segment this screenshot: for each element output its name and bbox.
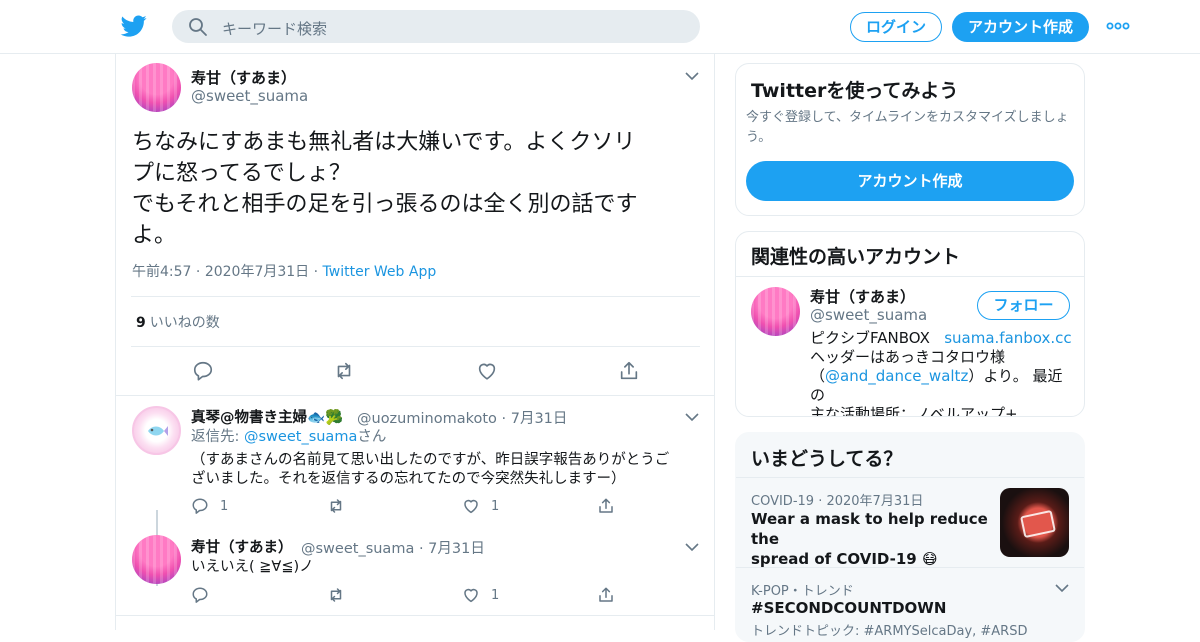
author-name[interactable]: 真琴@物書き主婦🐟🥦 xyxy=(191,406,343,427)
related-accounts-card: 関連性の高いアカウント 寿甘（すあま） @sweet_suama フォロー ピク… xyxy=(735,231,1085,417)
like-count: 9 xyxy=(136,315,146,331)
tweet-text: ちなみにすあまも無礼者は大嫌いです。よくクソリ プに怒ってるでしょ？ でもそれと… xyxy=(132,127,692,251)
like-count: 1 xyxy=(491,499,500,514)
search-placeholder[interactable]: キーワード検索 xyxy=(222,18,327,39)
reply-to-line: 返信先: @sweet_suamaさん xyxy=(191,427,386,447)
bio-line: ヘッダーはあっきコタロウ様 xyxy=(810,348,1006,366)
reply-to-prefix: 返信先: xyxy=(191,429,244,445)
tweet-time[interactable]: 午前4:57 xyxy=(132,264,191,280)
bio-text: （ xyxy=(810,367,826,385)
author-handle[interactable]: @sweet_suama xyxy=(301,541,414,557)
bio-mention-link[interactable]: @and_dance_waltz xyxy=(825,367,968,385)
share-icon[interactable] xyxy=(597,586,615,604)
avatar[interactable] xyxy=(132,63,181,112)
tweet-text-line: ちなみにすあまも無礼者は大嫌いです。よくクソリ xyxy=(132,130,636,155)
retweet-icon[interactable] xyxy=(327,586,345,604)
reply-icon[interactable] xyxy=(191,497,209,515)
divider xyxy=(131,346,700,347)
trend-title-line: Wear a mask to help reduce the xyxy=(751,510,988,548)
trend-category: COVID-19 xyxy=(751,494,815,509)
avatar[interactable] xyxy=(132,406,181,455)
tweet-source-link[interactable]: Twitter Web App xyxy=(323,264,437,280)
tweet-date[interactable]: 7月31日 xyxy=(511,411,568,427)
divider xyxy=(116,615,714,616)
bio-line: ピクシブFANBOX suama.fanbox.cc xyxy=(810,329,1076,348)
tweet-column: 寿甘（すあま） @sweet_suama ちなみにすあまも無礼者は大嫌いです。よ… xyxy=(115,54,715,630)
tweet-text-line: ざいました。それを返信するの忘れてたので今突然失礼しますー） xyxy=(191,471,626,487)
reply-to-suffix: さん xyxy=(357,429,387,445)
bio-text: ピクシブFANBOX xyxy=(810,329,930,347)
signup-button[interactable]: アカウント作成 xyxy=(746,161,1074,201)
bio-line: 主な活動場所：ノベルアップ+ xyxy=(810,405,1018,417)
bio-link[interactable]: suama.fanbox.cc xyxy=(944,329,1071,347)
like-heart-icon[interactable] xyxy=(462,497,480,515)
tweet-text: いえいえ( ≧∀≦)ノ xyxy=(191,559,314,575)
tweet-metadata: 午前4:57 · 2020年7月31日 · Twitter Web App xyxy=(132,264,437,280)
top-navigation-bar: キーワード検索 ログイン アカウント作成 xyxy=(0,0,1200,54)
author-handle-and-date: @sweet_suama · 7月31日 xyxy=(301,541,485,557)
share-icon[interactable] xyxy=(597,497,615,515)
chevron-down-icon[interactable] xyxy=(1055,583,1069,593)
divider xyxy=(116,395,714,396)
search-box[interactable]: キーワード検索 xyxy=(172,10,700,43)
like-stats[interactable]: 9 いいねの数 xyxy=(136,312,220,332)
divider xyxy=(131,296,700,297)
tweet-text-line: プに怒ってるでしょ？ xyxy=(132,161,351,186)
account-name[interactable]: 寿甘（すあま） xyxy=(810,286,915,307)
tweet-date[interactable]: 7月31日 xyxy=(428,541,485,557)
signup-card: Twitterを使ってみよう 今すぐ登録して、タイムラインをカスタマイズしましょ… xyxy=(735,63,1085,216)
like-count-label: いいねの数 xyxy=(149,315,220,331)
divider xyxy=(736,477,1084,478)
like-count: 1 xyxy=(491,588,500,603)
avatar[interactable] xyxy=(751,287,800,336)
trend-hashtag[interactable]: #SECONDCOUNTDOWN xyxy=(751,598,946,618)
bio-line: （@and_dance_waltz）より。 最近の xyxy=(810,367,1076,405)
reply-icon[interactable] xyxy=(191,586,209,604)
trend-title-line: spread of COVID-19 😷 xyxy=(751,550,938,568)
author-handle[interactable]: @sweet_suama xyxy=(191,87,308,105)
trend-thumbnail-image[interactable] xyxy=(1000,488,1069,557)
more-options-icon[interactable] xyxy=(1106,17,1130,35)
card-subtitle: 今すぐ登録して、タイムラインをカスタマイズしましょう。 xyxy=(746,110,1069,145)
author-handle[interactable]: @uozuminomakoto xyxy=(357,411,497,427)
tweet-text-line: （すあまさんの名前見て思い出したのですが、昨日誤字報告ありがとうご xyxy=(191,452,670,468)
search-icon xyxy=(189,18,207,36)
account-bio: ピクシブFANBOX suama.fanbox.cc ヘッダーはあっきコタロウ様… xyxy=(810,329,1076,417)
trend-category: K-POP・トレンド xyxy=(751,584,854,599)
chevron-down-icon[interactable] xyxy=(685,542,699,552)
share-icon[interactable] xyxy=(618,360,640,382)
reply-icon[interactable] xyxy=(192,360,214,382)
account-handle[interactable]: @sweet_suama xyxy=(810,306,927,324)
chevron-down-icon[interactable] xyxy=(685,71,699,81)
tweet-date[interactable]: 2020年7月31日 xyxy=(205,264,309,280)
author-handle-and-date: @uozuminomakoto · 7月31日 xyxy=(357,411,568,427)
reply-to-handle-link[interactable]: @sweet_suama xyxy=(244,429,357,445)
twitter-bird-icon[interactable] xyxy=(120,13,148,39)
trend-date: 2020年7月31日 xyxy=(826,494,924,509)
like-heart-icon[interactable] xyxy=(462,586,480,604)
trend-context: COVID-19 · 2020年7月31日 xyxy=(751,494,924,509)
chevron-down-icon[interactable] xyxy=(685,412,699,422)
tweet-text-line: よ。 xyxy=(132,223,177,248)
signup-button[interactable]: アカウント作成 xyxy=(952,12,1089,42)
reply-count: 1 xyxy=(220,499,229,514)
divider xyxy=(736,276,1084,277)
trend-title[interactable]: Wear a mask to help reduce the spread of… xyxy=(751,509,991,569)
card-title: いまどうしてる？ xyxy=(751,448,903,470)
tweet-text-line: でもそれと相手の足を引っ張るのは全く別の話です xyxy=(132,192,638,217)
retweet-icon[interactable] xyxy=(327,497,345,515)
divider xyxy=(736,567,1084,568)
avatar[interactable] xyxy=(132,535,181,584)
login-button[interactable]: ログイン xyxy=(850,12,942,42)
trends-card: いまどうしてる？ COVID-19 · 2020年7月31日 Wear a ma… xyxy=(735,432,1085,642)
like-heart-icon[interactable] xyxy=(476,360,498,382)
fish-icon xyxy=(148,426,168,436)
author-name[interactable]: 寿甘（すあま） xyxy=(191,536,293,557)
card-title: Twitterを使ってみよう xyxy=(751,80,959,102)
follow-button[interactable]: フォロー xyxy=(977,291,1070,320)
retweet-icon[interactable] xyxy=(333,360,355,382)
author-name[interactable]: 寿甘（すあま） xyxy=(191,67,296,88)
card-title: 関連性の高いアカウント xyxy=(751,246,961,268)
